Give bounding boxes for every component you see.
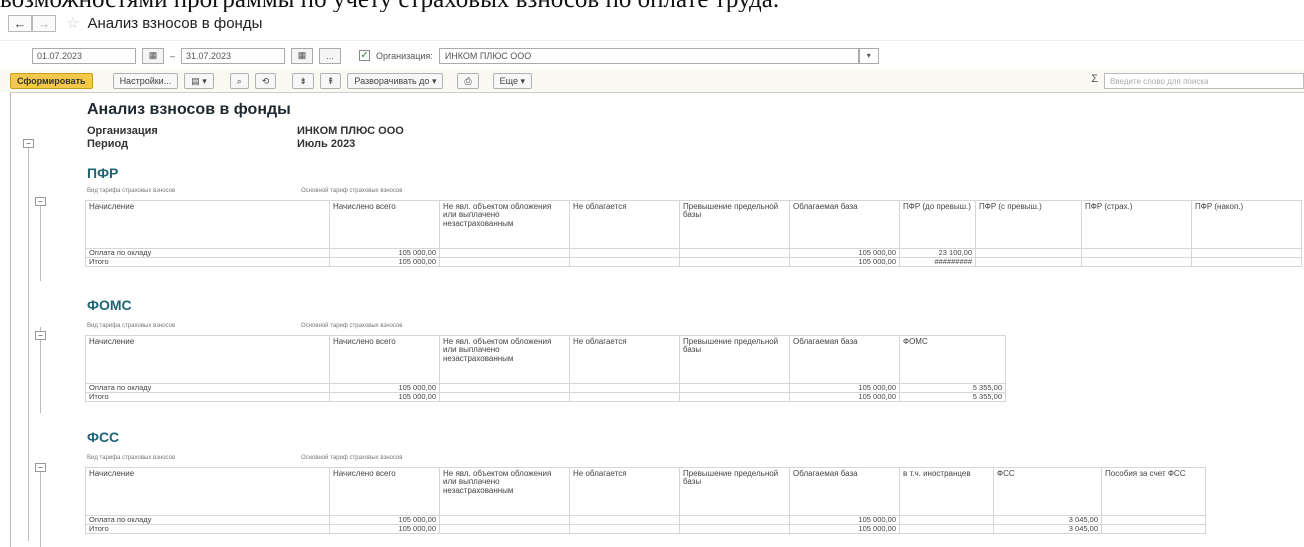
checkmark-icon: ✓: [360, 50, 369, 61]
chevron-down-icon: ▾: [866, 51, 871, 60]
group-line: [40, 197, 41, 281]
section-title-pfr: ПФР: [87, 165, 119, 181]
window-title: Анализ взносов в фонды: [87, 14, 263, 32]
arrow-left-icon: ←: [13, 15, 27, 31]
section-title-fss: ФСС: [87, 429, 120, 445]
table-row: Итого 105 000,00 105 000,00 #########: [85, 257, 1302, 267]
settings-button[interactable]: Настройки...: [112, 73, 179, 89]
sum-icon[interactable]: Σ: [1091, 73, 1098, 85]
group-line: [40, 463, 41, 547]
section-title-foms: ФОМС: [87, 297, 132, 313]
star-icon[interactable]: ☆: [66, 14, 79, 32]
printer-icon: ⎙: [464, 75, 472, 86]
tariff-line: Вид тарифа страховых взносов Основной тар…: [87, 323, 403, 329]
foms-table: Начисление Начислено всего Не явл. объек…: [85, 335, 1006, 402]
find-next-icon: ⟲: [261, 75, 270, 86]
table-row: Итого 105 000,00 105 000,00 5 355,00: [85, 392, 1006, 402]
calendar-to-button[interactable]: ▦: [291, 47, 314, 64]
table-row: Оплата по окладу 105 000,00 105 000,00 3…: [85, 515, 1206, 525]
report-parameters: 01.07.2023 ▦ – 31.07.2023 ▦ ... ✓ Органи…: [0, 40, 1304, 70]
more-button[interactable]: Еще ▾: [492, 73, 533, 89]
table-header-row: Начисление Начислено всего Не явл. объек…: [85, 467, 1206, 516]
back-button[interactable]: ←: [8, 14, 32, 32]
report-organization: Организация ИНКОМ ПЛЮС ООО: [87, 125, 404, 137]
date-to-field[interactable]: 31.07.2023: [181, 47, 286, 64]
expand-icon: ⇞: [326, 75, 335, 86]
table-row: Итого 105 000,00 105 000,00 3 045,00: [85, 524, 1206, 534]
collapse-icon[interactable]: −: [35, 197, 46, 206]
tariff-line: Вид тарифа страховых взносов Основной тар…: [87, 188, 403, 194]
organization-label: Организация:: [376, 50, 433, 61]
report-document: − − − − Анализ взносов в фонды Организац…: [10, 92, 1304, 547]
fss-table: Начисление Начислено всего Не явл. объек…: [85, 467, 1206, 534]
print-button[interactable]: ⎙: [457, 73, 479, 89]
date-dash: –: [170, 50, 176, 61]
period-select-button[interactable]: ...: [319, 47, 342, 64]
organization-checkbox[interactable]: ✓: [359, 50, 371, 61]
search-input[interactable]: Введите слово для поиска: [1104, 73, 1304, 89]
report-period: Период Июль 2023: [87, 138, 356, 150]
tariff-line: Вид тарифа страховых взносов Основной тар…: [87, 455, 403, 461]
arrow-right-icon: →: [37, 15, 51, 31]
collapse-icon: ⇟: [299, 75, 307, 86]
organization-field[interactable]: ИНКОМ ПЛЮС ООО: [438, 47, 859, 64]
collapse-groups-button[interactable]: ⇟: [292, 73, 314, 89]
expand-to-button[interactable]: Разворачивать до ▾: [347, 73, 444, 89]
table-header-row: Начисление Начислено всего Не явл. объек…: [85, 335, 1006, 384]
forward-button[interactable]: →: [32, 14, 56, 32]
report-variant-icon: ▤ ▾: [191, 75, 207, 86]
generate-button[interactable]: Сформировать: [10, 73, 93, 89]
table-header-row: Начисление Начислено всего Не явл. объек…: [85, 200, 1302, 249]
collapse-icon[interactable]: −: [35, 463, 46, 472]
find-button[interactable]: ⌕: [229, 73, 249, 89]
calendar-from-button[interactable]: ▦: [142, 47, 164, 64]
table-row: Оплата по окладу 105 000,00 105 000,00 2…: [85, 248, 1302, 258]
date-from-field[interactable]: 01.07.2023: [32, 47, 136, 64]
search-icon: ⌕: [236, 75, 242, 86]
calendar-icon: ▦: [297, 50, 307, 60]
group-line: [28, 141, 29, 541]
report-toolbar: Сформировать Настройки... ▤ ▾ ⌕ ⟲ ⇟ ⇞ Ра…: [0, 70, 1304, 92]
variant-button[interactable]: ▤ ▾: [184, 73, 214, 89]
find-next-button[interactable]: ⟲: [254, 73, 277, 89]
collapse-icon[interactable]: −: [35, 331, 46, 340]
document-cut-text: возможностями программы по учету страхов…: [0, 0, 1304, 12]
report-title: Анализ взносов в фонды: [87, 101, 291, 118]
window-titlebar: ← → ☆ Анализ взносов в фонды: [0, 12, 1304, 34]
organization-dropdown[interactable]: ▾: [858, 47, 879, 64]
calendar-icon: ▦: [148, 50, 158, 60]
collapse-icon[interactable]: −: [23, 139, 34, 148]
pfr-table: Начисление Начислено всего Не явл. объек…: [85, 200, 1302, 267]
expand-groups-button[interactable]: ⇞: [319, 73, 342, 89]
